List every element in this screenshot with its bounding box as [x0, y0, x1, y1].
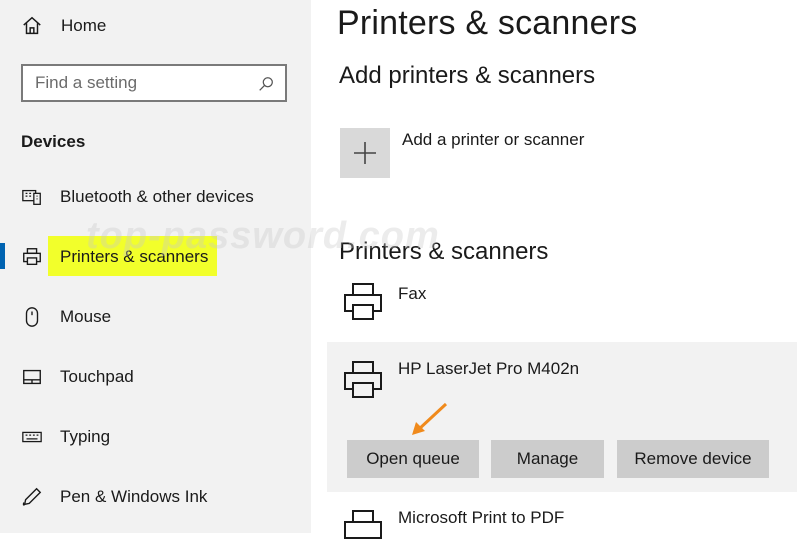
- device-name: Fax: [398, 284, 427, 303]
- printers-list-heading: Printers & scanners: [339, 238, 549, 265]
- sidebar-item-bluetooth[interactable]: Bluetooth & other devices: [0, 177, 311, 217]
- sidebar-item-printers[interactable]: Printers & scanners: [0, 237, 311, 277]
- sidebar-item-typing[interactable]: Typing: [0, 417, 311, 457]
- device-name: HP LaserJet Pro M402n: [398, 359, 580, 378]
- printer-icon: [344, 510, 382, 539]
- sidebar-item-mouse[interactable]: Mouse: [0, 297, 311, 337]
- device-item-fax[interactable]: Fax: [327, 280, 797, 336]
- touchpad-icon: [20, 365, 44, 389]
- sidebar-item-label: Mouse: [60, 307, 112, 326]
- home-icon: [20, 14, 44, 38]
- section-heading-devices: Devices: [21, 132, 86, 151]
- search-icon[interactable]: [257, 75, 275, 93]
- sidebar-item-label: Pen & Windows Ink: [60, 487, 208, 506]
- plus-icon: [354, 142, 376, 164]
- add-printer-button[interactable]: [340, 128, 390, 178]
- device-item-hp-laserjet-header[interactable]: HP LaserJet Pro M402n: [327, 356, 797, 406]
- sidebar-item-home[interactable]: Home: [0, 6, 311, 46]
- sidebar-item-touchpad[interactable]: Touchpad: [0, 357, 311, 397]
- sidebar-item-label: Bluetooth & other devices: [60, 187, 254, 206]
- sidebar-item-label: Touchpad: [60, 367, 134, 386]
- sidebar-item-label: Printers & scanners: [60, 247, 209, 266]
- add-section-heading: Add printers & scanners: [339, 62, 596, 89]
- sidebar-item-label: Typing: [60, 427, 111, 446]
- manage-button[interactable]: Manage: [491, 440, 604, 478]
- search-box[interactable]: [21, 64, 287, 102]
- sidebar: Home Devices Bluetooth & other devices P…: [0, 0, 311, 533]
- device-name: Microsoft Print to PDF: [398, 508, 565, 527]
- annotation-arrow-icon: [412, 402, 448, 435]
- pen-icon: [20, 485, 44, 509]
- device-item-print-to-pdf[interactable]: Microsoft Print to PDF: [327, 505, 797, 539]
- mouse-icon: [20, 305, 44, 329]
- printer-icon: [20, 245, 44, 269]
- search-input[interactable]: [35, 73, 255, 93]
- add-printer-label[interactable]: Add a printer or scanner: [402, 130, 584, 150]
- sidebar-item-pen[interactable]: Pen & Windows Ink: [0, 477, 311, 517]
- keyboard-icon: [20, 425, 44, 449]
- sidebar-item-label: Home: [61, 16, 107, 35]
- page-title: Printers & scanners: [337, 4, 638, 42]
- bluetooth-devices-icon: [20, 185, 44, 209]
- main-content: Printers & scanners Add printers & scann…: [311, 0, 800, 539]
- printer-icon: [344, 361, 382, 398]
- printer-icon: [344, 283, 382, 320]
- remove-device-button[interactable]: Remove device: [617, 440, 769, 478]
- open-queue-button[interactable]: Open queue: [347, 440, 479, 478]
